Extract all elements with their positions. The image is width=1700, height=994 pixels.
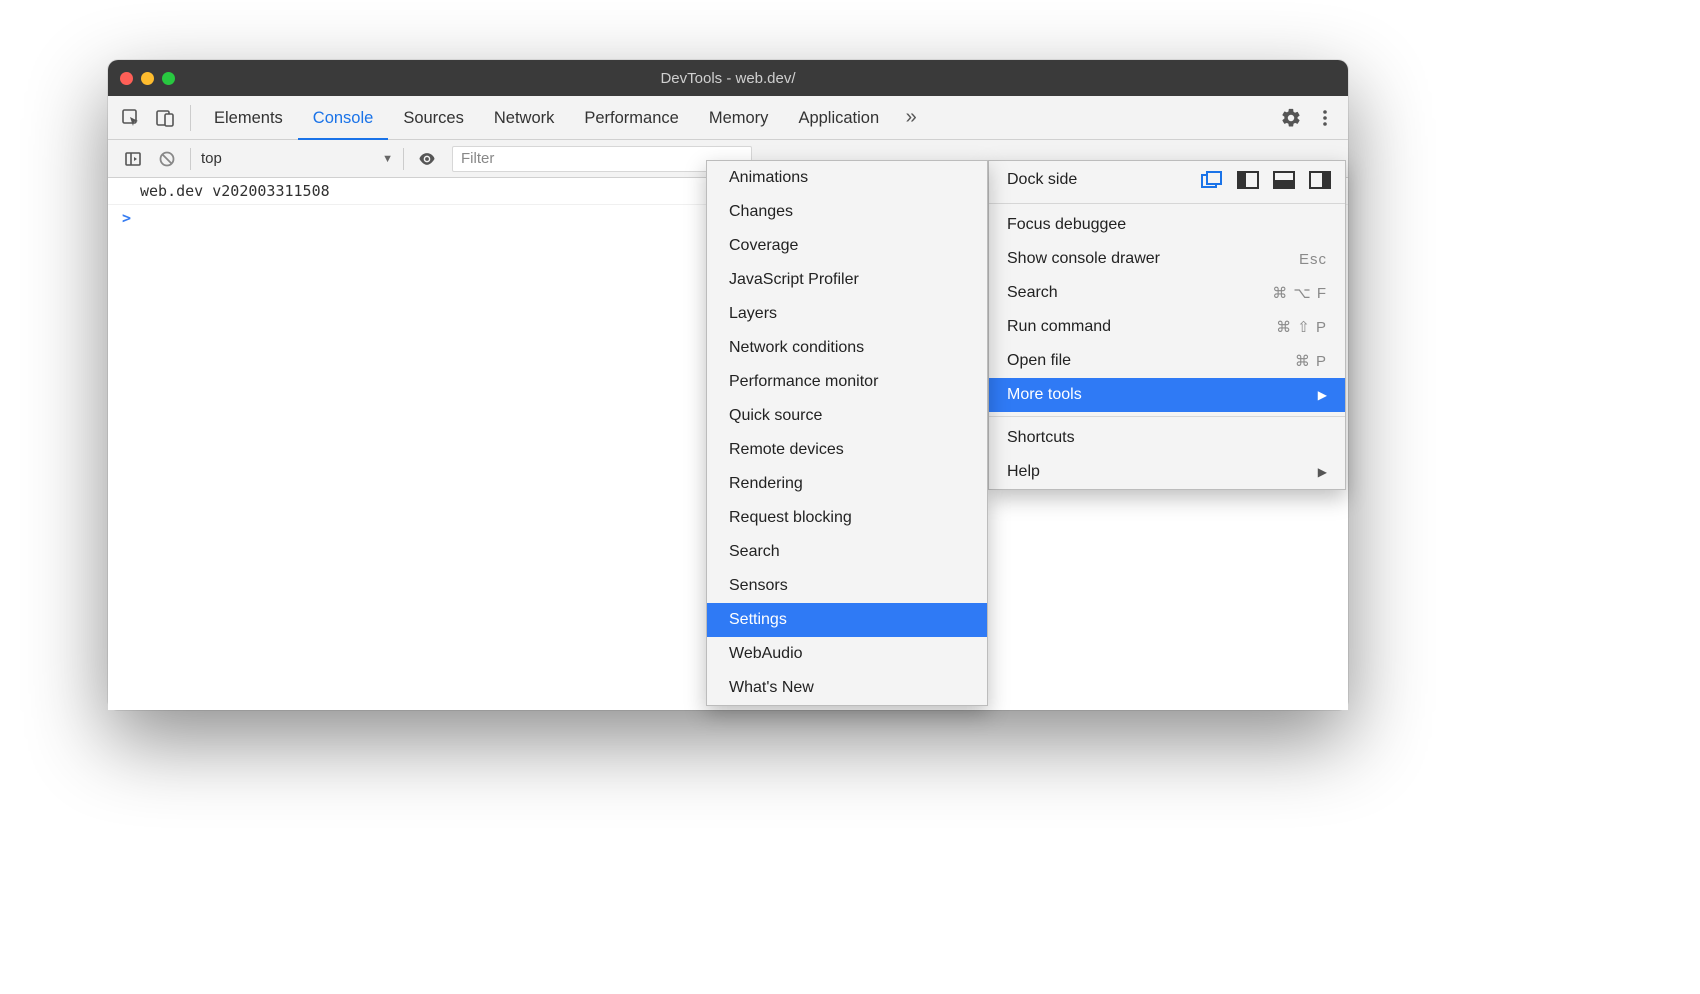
submenu-label: Sensors xyxy=(729,577,788,595)
divider xyxy=(989,416,1345,417)
menu-item-focus-debuggee[interactable]: Focus debuggee xyxy=(989,208,1345,242)
submenu-label: Animations xyxy=(729,169,808,187)
submenu-item[interactable]: Layers xyxy=(707,297,987,331)
caret-down-icon: ▼ xyxy=(382,153,393,165)
titlebar: DevTools - web.dev/ xyxy=(108,60,1348,96)
menu-label: Open file xyxy=(1007,352,1071,370)
menu-label: Focus debuggee xyxy=(1007,216,1126,234)
submenu-arrow-icon: ▶ xyxy=(1318,465,1327,479)
sidebar-toggle-icon[interactable] xyxy=(118,144,148,174)
kebab-menu-icon[interactable] xyxy=(1310,103,1340,133)
context-selector[interactable]: top ▼ xyxy=(197,145,397,173)
menu-item-help[interactable]: Help ▶ xyxy=(989,455,1345,489)
divider xyxy=(190,148,191,170)
submenu-label: JavaScript Profiler xyxy=(729,271,859,289)
submenu-label: Coverage xyxy=(729,237,798,255)
divider xyxy=(989,203,1345,204)
submenu-item[interactable]: Search xyxy=(707,535,987,569)
tab-console[interactable]: Console xyxy=(298,96,389,140)
tab-memory[interactable]: Memory xyxy=(694,96,784,140)
menu-shortcut: ⌘ P xyxy=(1295,352,1327,370)
submenu-item[interactable]: Rendering xyxy=(707,467,987,501)
divider xyxy=(190,105,191,131)
device-toolbar-icon[interactable] xyxy=(150,103,180,133)
submenu-item[interactable]: Network conditions xyxy=(707,331,987,365)
more-tools-submenu: Animations Changes Coverage JavaScript Prof… xyxy=(706,160,988,706)
tab-performance[interactable]: Performance xyxy=(569,96,693,140)
menu-shortcut: Esc xyxy=(1299,251,1327,268)
clear-console-icon[interactable] xyxy=(152,144,182,174)
dock-left-icon[interactable] xyxy=(1237,171,1259,189)
menu-item-open-file[interactable]: Open file ⌘ P xyxy=(989,344,1345,378)
menu-label: Shortcuts xyxy=(1007,429,1075,447)
filter-placeholder: Filter xyxy=(461,150,494,167)
dock-side-label: Dock side xyxy=(1007,171,1077,189)
prompt-caret: > xyxy=(122,209,131,227)
submenu-item[interactable]: Remote devices xyxy=(707,433,987,467)
submenu-label: Settings xyxy=(729,611,787,629)
submenu-label: Network conditions xyxy=(729,339,864,357)
menu-shortcut: ⌘ ⇧ P xyxy=(1276,318,1327,336)
divider xyxy=(403,148,404,170)
menu-shortcut: ⌘ ⌥ F xyxy=(1272,284,1327,302)
tab-sources[interactable]: Sources xyxy=(388,96,479,140)
settings-gear-icon[interactable] xyxy=(1276,103,1306,133)
submenu-item[interactable]: WebAudio xyxy=(707,637,987,671)
submenu-label: Rendering xyxy=(729,475,803,493)
panel-tabs: Elements Console Sources Network Perform… xyxy=(108,96,1348,140)
submenu-item[interactable]: Settings xyxy=(707,603,987,637)
main-menu: Dock side Focus debuggee S xyxy=(988,160,1346,490)
submenu-item[interactable]: Changes xyxy=(707,195,987,229)
submenu-label: Search xyxy=(729,543,780,561)
menu-label: More tools xyxy=(1007,386,1082,404)
menu-label: Help xyxy=(1007,463,1040,481)
submenu-label: What's New xyxy=(729,679,814,697)
dock-side-row: Dock side xyxy=(989,161,1345,199)
submenu-item[interactable]: JavaScript Profiler xyxy=(707,263,987,297)
window-title: DevTools - web.dev/ xyxy=(108,70,1348,87)
menu-item-shortcuts[interactable]: Shortcuts xyxy=(989,421,1345,455)
submenu-item[interactable]: Animations xyxy=(707,161,987,195)
tab-network[interactable]: Network xyxy=(479,96,570,140)
submenu-item[interactable]: Sensors xyxy=(707,569,987,603)
live-expression-icon[interactable] xyxy=(412,144,442,174)
dock-bottom-icon[interactable] xyxy=(1273,171,1295,189)
menu-label: Search xyxy=(1007,284,1058,302)
submenu-arrow-icon: ▶ xyxy=(1318,388,1327,402)
menu-label: Run command xyxy=(1007,318,1111,336)
context-label: top xyxy=(201,150,222,167)
submenu-label: Performance monitor xyxy=(729,373,878,391)
submenu-item[interactable]: Coverage xyxy=(707,229,987,263)
tab-application[interactable]: Application xyxy=(783,96,894,140)
submenu-item[interactable]: Performance monitor xyxy=(707,365,987,399)
dock-undock-icon[interactable] xyxy=(1201,171,1223,189)
submenu-item[interactable]: What's New xyxy=(707,671,987,705)
menu-item-run-command[interactable]: Run command ⌘ ⇧ P xyxy=(989,310,1345,344)
tab-elements[interactable]: Elements xyxy=(199,96,298,140)
submenu-item[interactable]: Request blocking xyxy=(707,501,987,535)
devtools-window: DevTools - web.dev/ Elements Console Sou… xyxy=(108,60,1348,710)
menu-label: Show console drawer xyxy=(1007,250,1160,268)
submenu-label: Request blocking xyxy=(729,509,852,527)
inspect-element-icon[interactable] xyxy=(116,103,146,133)
more-tabs-icon[interactable]: » xyxy=(896,103,926,133)
menu-item-search[interactable]: Search ⌘ ⌥ F xyxy=(989,276,1345,310)
submenu-label: WebAudio xyxy=(729,645,803,663)
submenu-item[interactable]: Quick source xyxy=(707,399,987,433)
submenu-label: Remote devices xyxy=(729,441,844,459)
dock-right-icon[interactable] xyxy=(1309,171,1331,189)
submenu-label: Quick source xyxy=(729,407,822,425)
menu-item-more-tools[interactable]: More tools ▶ xyxy=(989,378,1345,412)
submenu-label: Layers xyxy=(729,305,777,323)
submenu-label: Changes xyxy=(729,203,793,221)
menu-item-show-console-drawer[interactable]: Show console drawer Esc xyxy=(989,242,1345,276)
